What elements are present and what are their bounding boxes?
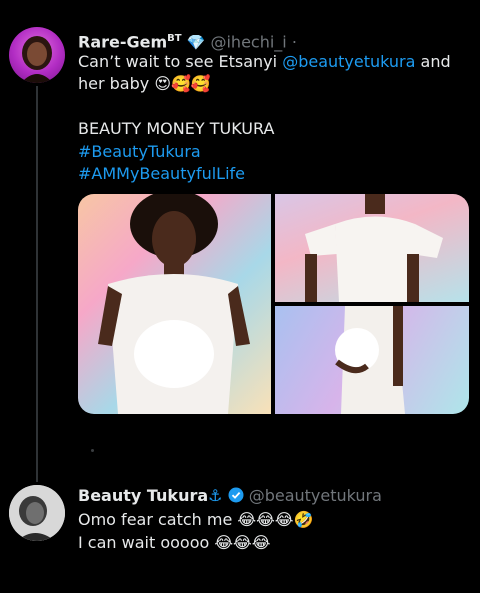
tweet-photo-2[interactable] [275, 194, 469, 302]
woman-white-dress-closeup-image [305, 194, 443, 302]
tweet1-separator: · [291, 32, 297, 52]
diamond-badge-icon: 💎 [186, 33, 206, 52]
tweet2-header: Beauty Tukura⚓ @beautyetukura [78, 486, 382, 506]
tweet1-text-line2: her baby 😍🥰🥰 [78, 74, 211, 93]
tweet1-text-line3: BEAUTY MONEY TUKURA [78, 119, 275, 138]
tweet-photo-3[interactable] [275, 306, 469, 414]
tweet2-text-line2: I can wait ooooo 😂😂😂 [78, 533, 271, 552]
thread-connector-line [36, 86, 38, 482]
tweet1-display-name[interactable]: Rare-Gem [78, 32, 167, 51]
person-avatar-icon [9, 485, 65, 541]
tweet-photo-1[interactable] [78, 194, 271, 414]
woman-white-dress-image [98, 194, 250, 414]
avatar-rare-gem[interactable] [9, 27, 65, 83]
tweet1-text-prefix: Can’t wait to see Etsanyi [78, 52, 283, 71]
hashtag-ammybeautyfullife[interactable]: #AMMyBeautyfulLife [78, 163, 245, 186]
tweet1-handle[interactable]: @ihechi_i [210, 32, 286, 51]
tweet2-display-name[interactable]: Beauty Tukura [78, 486, 208, 505]
verified-badge-icon [228, 487, 244, 503]
tweet1-name-superscript: BT [167, 33, 182, 44]
mention-beautyetukura[interactable]: @beautyetukura [282, 52, 415, 71]
anchor-icon: ⚓ [208, 486, 223, 505]
tweet2-handle[interactable]: @beautyetukura [249, 486, 382, 505]
tweet1-header: Rare-GemBT 💎 @ihechi_i · [78, 29, 297, 52]
tweet2-text-line1: Omo fear catch me 😂😂😂🤣 [78, 510, 314, 529]
hashtag-beautytukura[interactable]: #BeautyTukura [78, 141, 201, 164]
woman-white-dress-side-image [335, 306, 405, 414]
person-avatar-icon [21, 36, 53, 83]
tweet1-text-line1: Can’t wait to see Etsanyi @beautyetukura… [78, 51, 451, 74]
tweet1-text-suffix: and [415, 52, 451, 71]
divider-dot [91, 449, 94, 452]
avatar-beauty-tukura[interactable] [9, 485, 65, 541]
